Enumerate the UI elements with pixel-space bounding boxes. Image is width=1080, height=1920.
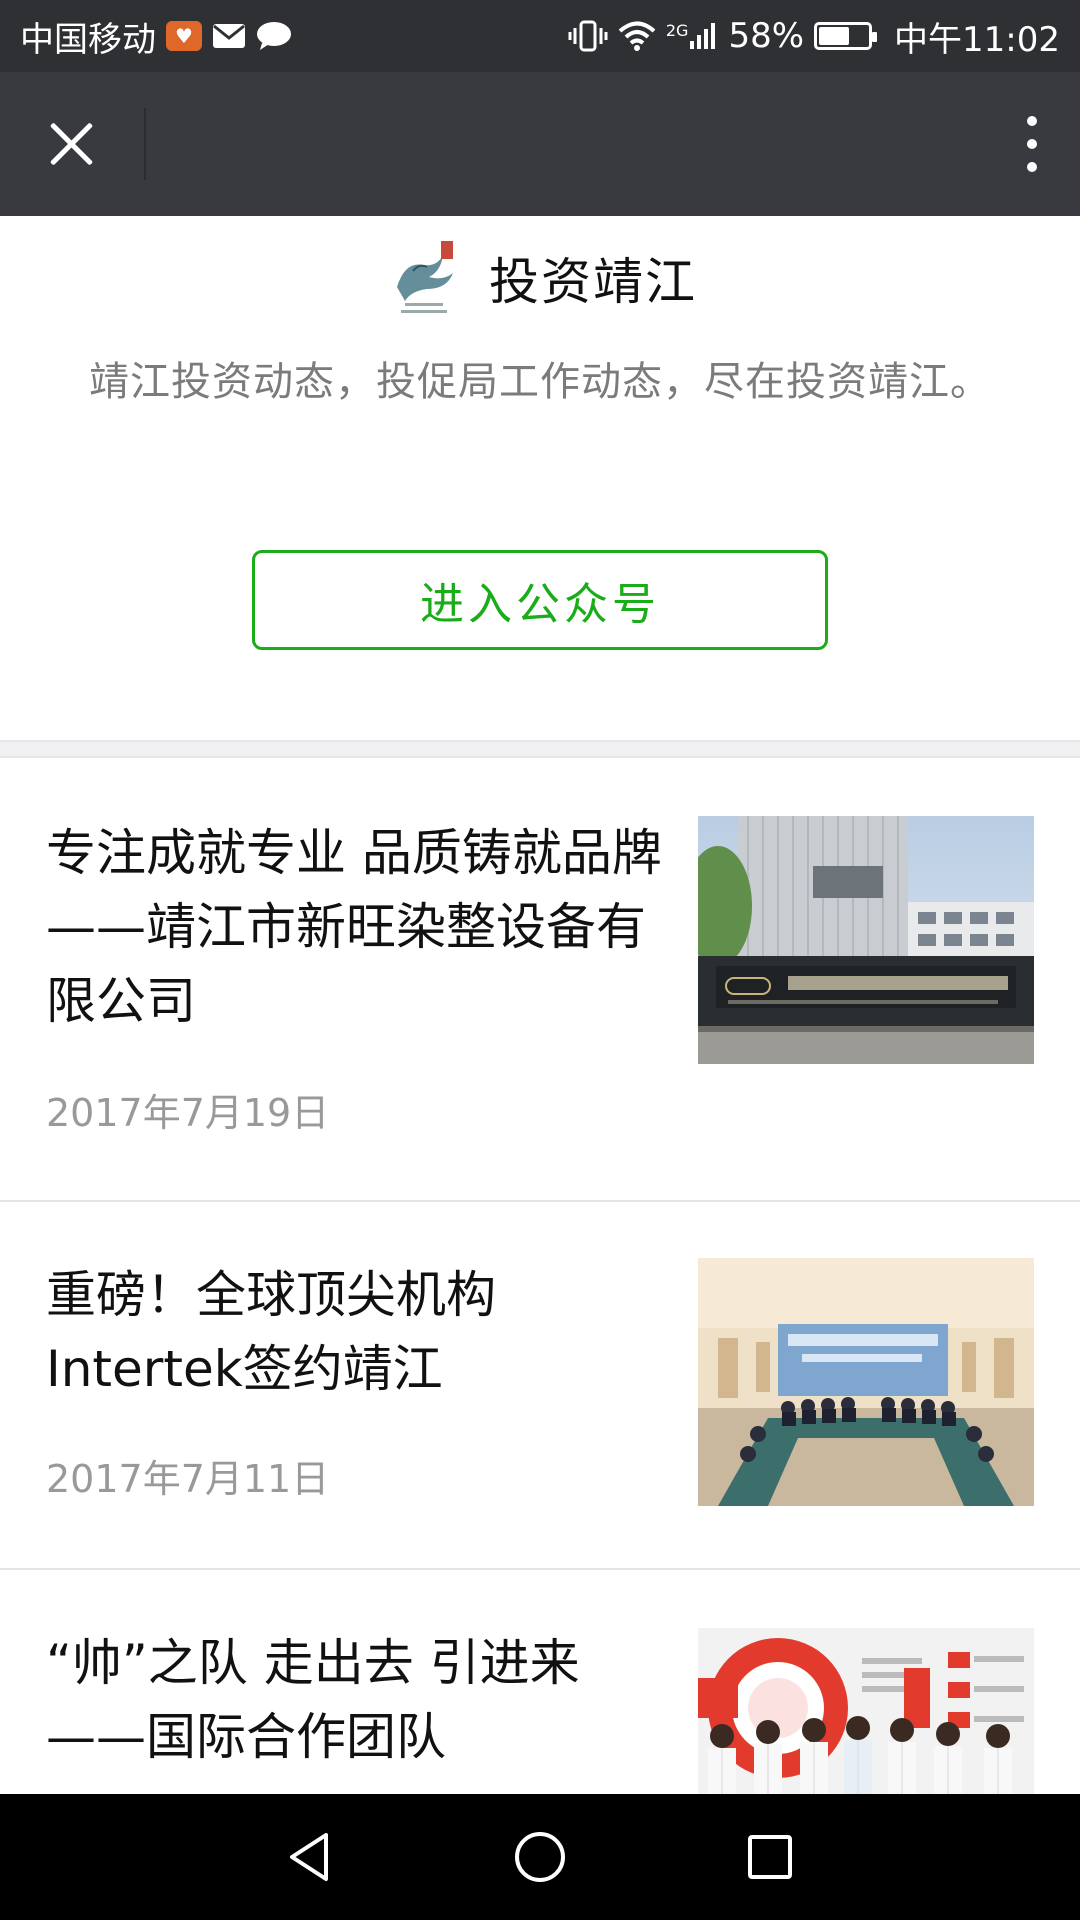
article-title[interactable]: 重磅！全球顶尖机构Intertek签约靖江 xyxy=(46,1258,666,1406)
article-item[interactable]: 重磅！全球顶尖机构Intertek签约靖江 2017年7月11日 xyxy=(0,1202,1080,1570)
system-navigation-bar xyxy=(0,1794,1080,1920)
article-date: 2017年7月19日 xyxy=(46,1091,330,1135)
wifi-icon xyxy=(618,20,656,52)
section-divider xyxy=(0,740,1080,758)
account-name: 投资靖江 xyxy=(489,253,697,311)
signal-icon: 2G xyxy=(666,21,719,51)
account-logo xyxy=(383,237,465,319)
home-icon[interactable] xyxy=(500,1817,580,1897)
article-thumbnail[interactable] xyxy=(698,1258,1034,1506)
article-date: 2017年7月11日 xyxy=(46,1457,330,1501)
article-title[interactable]: 专注成就专业 品质铸就品牌——靖江市新旺染整设备有限公司 xyxy=(46,816,666,1038)
more-vertical-icon[interactable] xyxy=(1012,112,1052,176)
divider xyxy=(144,108,146,180)
battery-percent: 58% xyxy=(728,16,805,56)
article-title[interactable]: “帅”之队 走出去 引进来——国际合作团队 xyxy=(46,1626,666,1774)
close-icon[interactable] xyxy=(42,114,102,174)
status-bar: 中国移动 ♥ 2G 58% 中午11:02 xyxy=(0,0,1080,72)
health-app-icon: ♥ xyxy=(166,21,202,51)
battery-icon xyxy=(814,22,878,50)
message-icon xyxy=(256,21,292,51)
recent-apps-icon[interactable] xyxy=(730,1817,810,1897)
mail-icon xyxy=(212,23,246,49)
back-icon[interactable] xyxy=(270,1817,350,1897)
article-item[interactable]: “帅”之队 走出去 引进来——国际合作团队 xyxy=(0,1570,1080,1794)
clock: 中午11:02 xyxy=(894,19,1060,60)
vibrate-icon xyxy=(568,19,608,53)
carrier-label: 中国移动 xyxy=(20,19,156,60)
article-item[interactable]: 专注成就专业 品质铸就品牌——靖江市新旺染整设备有限公司 2017年7月19日 xyxy=(0,760,1080,1202)
account-description: 靖江投资动态，投促局工作动态，尽在投资靖江。 xyxy=(89,359,991,405)
article-thumbnail[interactable] xyxy=(698,816,1034,1064)
enter-account-button[interactable]: 进入公众号 xyxy=(252,550,828,650)
webview-top-bar xyxy=(0,72,1080,216)
article-thumbnail[interactable] xyxy=(698,1628,1034,1794)
account-header: 投资靖江 靖江投资动态，投促局工作动态，尽在投资靖江。 进入公众号 xyxy=(0,216,1080,740)
network-label: 2G xyxy=(665,21,689,40)
